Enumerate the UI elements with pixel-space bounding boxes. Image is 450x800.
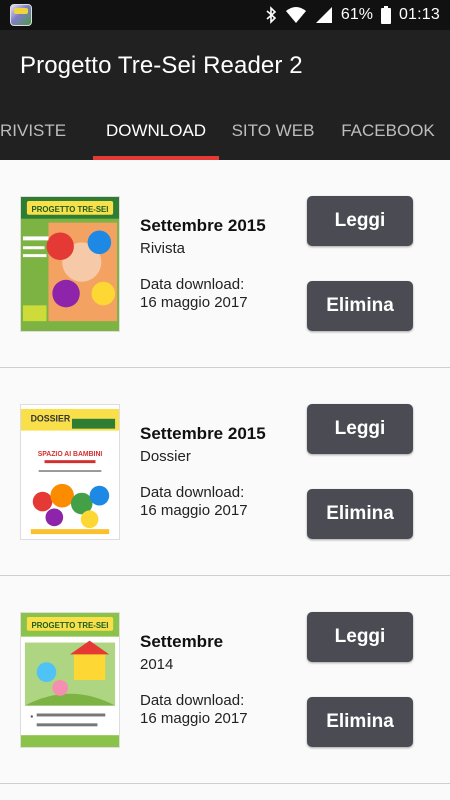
- read-button[interactable]: Leggi: [307, 404, 413, 454]
- issue-type: Rivista: [140, 240, 186, 257]
- tab-label: RIVISTE: [0, 121, 67, 140]
- magazine-cover-image[interactable]: DOSSIER SPAZIO AI BAMBINI: [20, 404, 120, 540]
- cover-subtitle: SPAZIO AI BAMBINI: [38, 451, 103, 458]
- wifi-icon: [285, 7, 306, 23]
- delete-button[interactable]: Elimina: [307, 489, 413, 539]
- status-indicators: 61% 01:13: [265, 0, 440, 30]
- list-item: PROGETTO TRE-SEI Settembre 2014 Data dow…: [0, 576, 450, 784]
- cover-title: PROGETTO TRE-SEI: [32, 621, 109, 630]
- app-icon: [10, 4, 32, 26]
- cover-title: PROGETTO TRE-SEI: [32, 205, 109, 214]
- issue-title: Settembre 2015: [140, 424, 266, 443]
- cover-title: DOSSIER: [31, 414, 71, 424]
- tab-riviste[interactable]: RIVISTE: [0, 112, 67, 160]
- issue-type: 2014: [140, 656, 174, 673]
- download-date: 16 maggio 2017: [140, 294, 248, 311]
- status-bar: 61% 01:13: [0, 0, 450, 30]
- read-button[interactable]: Leggi: [307, 196, 413, 246]
- tab-download[interactable]: DOWNLOAD: [93, 112, 219, 160]
- tab-facebook[interactable]: FACEBOOK: [336, 112, 440, 160]
- delete-button[interactable]: Elimina: [307, 281, 413, 331]
- item-details: Settembre 2015 Dossier Data download: 16…: [140, 424, 300, 520]
- tab-bar: RIVISTE DOWNLOAD SITO WEB FACEBOOK: [0, 112, 450, 160]
- issue-title: Settembre 2015: [140, 216, 266, 235]
- download-date: 16 maggio 2017: [140, 502, 248, 519]
- app-bar: Progetto Tre-Sei Reader 2 RIVISTE DOWNLO…: [0, 30, 450, 160]
- list-item: PROGETTO TRE-SEI Settembre 2015 Rivista …: [0, 160, 450, 368]
- download-date-label: Data download:: [140, 484, 245, 501]
- signal-icon: [315, 7, 332, 23]
- download-date: 16 maggio 2017: [140, 710, 248, 727]
- tab-label: DOWNLOAD: [105, 121, 207, 140]
- item-details: Settembre 2015 Rivista Data download: 16…: [140, 216, 300, 312]
- delete-button[interactable]: Elimina: [307, 697, 413, 747]
- battery-percentage: 61%: [340, 6, 373, 23]
- read-button[interactable]: Leggi: [307, 612, 413, 662]
- item-details: Settembre 2014 Data download: 16 maggio …: [140, 632, 300, 728]
- tab-sito-web[interactable]: SITO WEB: [226, 112, 320, 160]
- list-bottom-edge: [0, 784, 450, 800]
- battery-icon: [380, 6, 391, 24]
- list-item: DOSSIER SPAZIO AI BAMBINI Settembre 2015…: [0, 368, 450, 576]
- issue-title: Settembre: [140, 632, 224, 651]
- tab-label: SITO WEB: [231, 121, 315, 140]
- magazine-cover-image[interactable]: PROGETTO TRE-SEI: [20, 612, 120, 748]
- clock: 01:13: [398, 6, 440, 23]
- download-list: PROGETTO TRE-SEI Settembre 2015 Rivista …: [0, 160, 450, 800]
- magazine-cover-image[interactable]: PROGETTO TRE-SEI: [20, 196, 120, 332]
- download-date-label: Data download:: [140, 276, 245, 293]
- app-title: Progetto Tre-Sei Reader 2: [20, 52, 303, 79]
- download-date-label: Data download:: [140, 692, 245, 709]
- bluetooth-icon: [266, 6, 277, 24]
- issue-type: Dossier: [140, 448, 191, 465]
- tab-label: FACEBOOK: [341, 121, 435, 140]
